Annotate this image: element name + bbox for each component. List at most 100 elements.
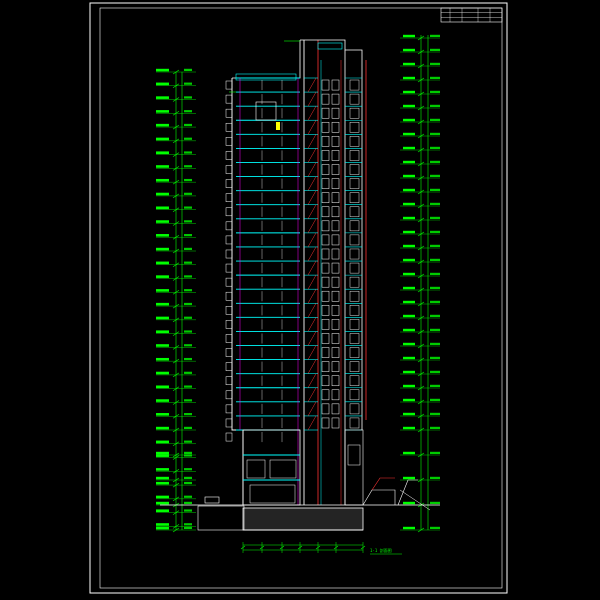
level-marker-icon [156,96,169,99]
elevator-door [331,248,340,260]
level-marker-icon [403,160,415,164]
level-marker-icon [156,137,169,141]
stair-flight [307,91,317,107]
level-marker-icon [156,454,169,457]
stair-flight [307,303,317,318]
window [225,334,233,343]
east-window [349,164,360,175]
east-window [349,347,360,358]
elevator-door [321,107,330,119]
east-window [349,136,360,147]
stair-flight [307,289,317,304]
level-marker-icon [156,289,169,292]
elevator-door [331,93,340,105]
level-marker-icon [430,160,440,163]
east-window [349,248,360,260]
level-marker-icon [156,192,169,196]
elevator-door [321,121,330,133]
roof-room [255,101,277,121]
elevator-door [331,290,340,302]
window [225,80,233,90]
window [225,137,233,146]
level-marker-icon [156,165,169,168]
east-window [349,319,360,330]
podium-opening [269,459,297,479]
bottom-dimension-line [240,542,366,553]
level-marker-icon [184,96,192,99]
section-label: 1-1 剖面图 [370,547,392,553]
elevator-door [321,347,330,358]
level-marker-icon [184,110,192,113]
stair-flight [307,317,317,332]
level-marker-icon [430,526,440,529]
elevator-door [331,164,340,175]
elevator-door [331,79,340,91]
level-marker-icon [184,468,192,471]
elevator-door [321,319,330,330]
stair-flight [307,345,317,360]
level-marker-icon [184,206,192,209]
level-marker-icon [156,526,169,530]
stair-flight [307,218,317,234]
level-marker-icon [184,501,192,504]
level-marker-icon [403,328,415,332]
stair-flight [307,415,317,431]
level-marker-icon [184,275,192,278]
east-window [349,262,360,274]
level-marker-icon [403,398,415,402]
level-marker-icon [156,385,169,389]
roof-markers [229,40,300,93]
window [225,320,233,329]
level-marker-icon [184,178,192,182]
level-marker-icon [184,476,192,479]
window [225,165,233,174]
level-marker-icon [184,344,192,347]
level-marker-icon [403,244,415,248]
podium-block [242,429,301,506]
window [225,362,233,371]
level-marker-icon [156,316,169,320]
level-marker-icon [403,356,415,360]
stair-flight [307,190,317,205]
level-marker-icon [156,426,169,430]
stair-flight [307,260,317,276]
stair-flight [307,274,317,290]
level-marker-icon [430,216,440,219]
level-marker-icon [184,302,192,306]
elevator-door [331,262,340,274]
east-window [349,150,360,161]
level-marker-icon [156,247,169,251]
level-marker-icon [184,357,192,361]
level-marker-icon [430,328,440,331]
podium-opening [246,459,266,479]
level-marker-icon [430,118,440,121]
level-marker-icon [430,34,440,37]
east-window [349,276,360,288]
stair-flight [307,106,317,121]
level-marker-icon [403,146,415,150]
window [225,418,233,428]
elevator-door [321,79,330,91]
window [225,108,233,118]
title-block [440,7,503,23]
level-marker-icon [430,286,440,289]
east-window [349,93,360,105]
level-marker-icon [156,151,169,155]
elevator-door [331,305,340,316]
window [225,122,233,132]
elevator-door [321,361,330,372]
level-marker-icon [156,68,169,72]
east-window [349,290,360,302]
level-marker-icon [156,399,169,402]
level-marker-icon [156,440,169,444]
east-window [349,206,360,218]
elevator-door [331,333,340,344]
window [225,277,233,287]
level-marker-icon [403,202,415,206]
level-marker-icon [184,330,192,333]
stair-flight [307,77,317,93]
elevator-door [321,164,330,175]
level-marker-icon [430,272,440,275]
level-marker-icon [184,234,192,237]
level-marker-icon [184,451,192,454]
